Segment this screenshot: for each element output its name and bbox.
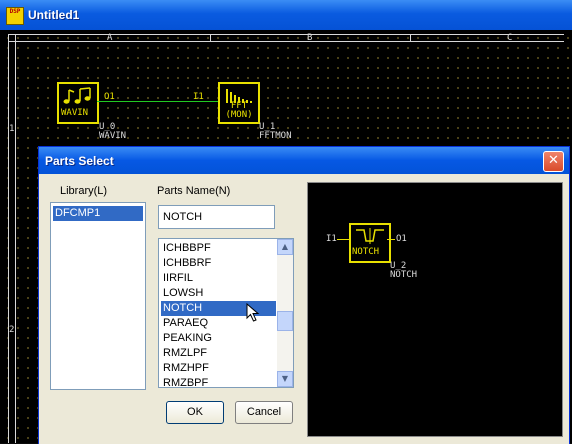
component-box-text: NOTCH [352, 247, 380, 257]
scroll-thumb[interactable] [277, 311, 293, 331]
notch-component-preview: NOTCH [349, 223, 391, 263]
app-icon: DSP [6, 7, 24, 25]
component-box-text: FFT (MON) [225, 101, 253, 120]
scroll-up-button[interactable]: ▲ [277, 239, 293, 255]
component-box-text: WAVIN [61, 108, 89, 118]
port-label-out: O1 [396, 234, 407, 244]
port-label-in: I1 [326, 234, 337, 244]
wavin-component[interactable]: WAVIN [57, 82, 99, 124]
library-item[interactable]: DFCMP1 [53, 206, 143, 221]
music-notes-icon [63, 87, 91, 104]
close-icon: ✕ [548, 153, 559, 168]
sheet-border-left [8, 34, 16, 443]
zone-divider [210, 34, 211, 41]
ok-button[interactable]: OK [166, 401, 224, 424]
port-line [387, 239, 395, 240]
dialog-title-bar[interactable]: Parts Select ✕ [39, 147, 569, 174]
list-item[interactable]: ICHBBPF [161, 241, 276, 256]
list-item[interactable]: RMZHPF [161, 361, 276, 376]
cancel-button[interactable]: Cancel [235, 401, 293, 424]
chevron-down-icon: ▼ [281, 374, 289, 383]
zone-label-column: B [307, 33, 313, 43]
parts-list-scrollbar[interactable]: ▲ ▼ [277, 239, 293, 387]
parts-name-input[interactable]: NOTCH [158, 205, 275, 229]
list-item[interactable]: RMZLPF [161, 346, 276, 361]
zone-label-column: A [107, 33, 113, 43]
dialog-title: Parts Select [45, 154, 114, 168]
chevron-up-icon: ▲ [281, 242, 289, 251]
zone-label-column: C [507, 33, 513, 43]
sheet-border-top [8, 34, 564, 42]
list-item[interactable]: RMZBPF [161, 376, 276, 387]
library-list[interactable]: DFCMP1 [50, 202, 146, 390]
window-title: Untitled1 [28, 8, 80, 22]
parts-list[interactable]: ICHBBPF ICHBBRF IIRFIL LOWSH NOTCH PARAE… [158, 238, 294, 388]
parts-select-dialog: Parts Select ✕ Library(L) DFCMP1 Parts N… [38, 146, 570, 444]
list-item[interactable]: IIRFIL [161, 271, 276, 286]
list-item[interactable]: ICHBBRF [161, 256, 276, 271]
fftmon-component[interactable]: FFT (MON) [218, 82, 260, 124]
list-item[interactable]: LOWSH [161, 286, 276, 301]
notch-filter-icon [356, 228, 384, 244]
list-item[interactable]: PEAKING [161, 331, 276, 346]
parts-name-label: Parts Name(N) [157, 185, 231, 197]
library-label: Library(L) [60, 185, 108, 197]
component-type-label: WAVIN [99, 131, 127, 141]
zone-divider [410, 34, 411, 41]
part-preview-panel: I1 NOTCH O1 U_2 NOTCH [307, 182, 563, 437]
component-type-label: NOTCH [390, 270, 418, 280]
component-type-label: FFTMON [259, 131, 292, 141]
close-button[interactable]: ✕ [543, 151, 564, 172]
scroll-down-button[interactable]: ▼ [277, 371, 293, 387]
main-title-bar[interactable]: DSP Untitled1 [0, 0, 572, 30]
zone-label-row: 2 [9, 325, 15, 335]
port-line [337, 239, 349, 240]
port-label-in: I1 [193, 92, 204, 102]
mouse-cursor-icon [246, 303, 260, 322]
zone-label-row: 1 [9, 124, 15, 134]
